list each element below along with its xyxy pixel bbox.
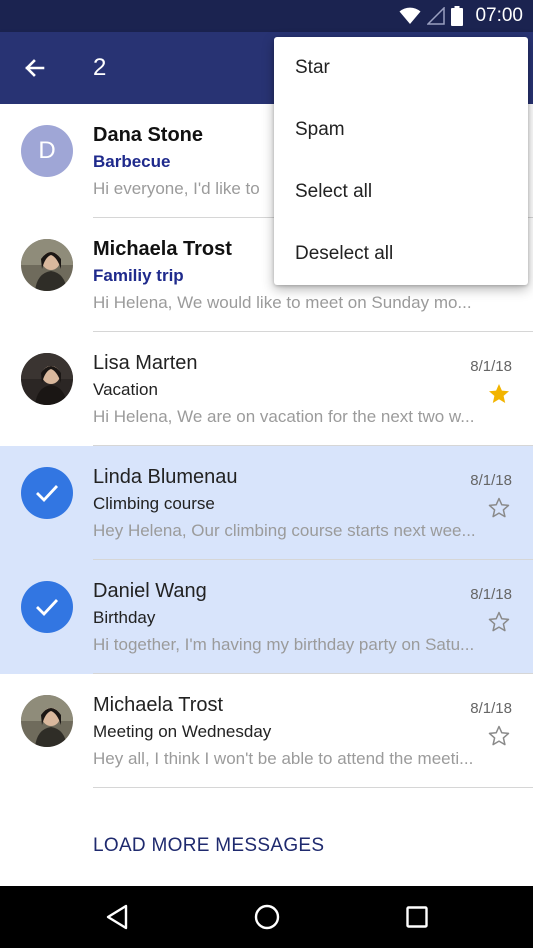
- check-icon: [36, 599, 59, 617]
- recents-square-icon: [406, 906, 428, 928]
- check-icon: [36, 485, 59, 503]
- avatar[interactable]: D: [21, 125, 73, 177]
- menu-item-star[interactable]: Star: [274, 37, 528, 99]
- load-more-button[interactable]: LOAD MORE MESSAGES: [93, 835, 324, 857]
- preview: Hey Helena, Our climbing course starts n…: [93, 521, 476, 540]
- subject: Vacation: [93, 380, 158, 399]
- divider: [93, 787, 533, 788]
- overflow-menu: Star Spam Select all Deselect all: [274, 37, 528, 285]
- navigation-bar: [0, 886, 533, 948]
- subject: Barbecue: [93, 152, 171, 171]
- avatar[interactable]: [21, 353, 73, 405]
- nav-recents-button[interactable]: [400, 900, 434, 934]
- preview: Hi Helena, We would like to meet on Sund…: [93, 293, 472, 312]
- back-button[interactable]: [14, 48, 54, 88]
- profile-photo: [21, 695, 73, 747]
- message-row[interactable]: Lisa Marten Vacation Hi Helena, We are o…: [0, 332, 533, 446]
- subject: Birthday: [93, 608, 156, 627]
- subject: Familiy trip: [93, 266, 184, 285]
- avatar-selected[interactable]: [21, 581, 73, 633]
- avatar[interactable]: [21, 695, 73, 747]
- preview: Hi together, I'm having my birthday part…: [93, 635, 475, 654]
- date: 8/1/18: [470, 472, 512, 489]
- subject: Meeting on Wednesday: [93, 722, 272, 741]
- date: 8/1/18: [470, 358, 512, 375]
- star-outline-icon[interactable]: [487, 724, 511, 748]
- preview: Hi Helena, We are on vacation for the ne…: [93, 407, 475, 426]
- menu-item-select-all[interactable]: Select all: [274, 161, 528, 223]
- sender-name: Linda Blumenau: [93, 466, 238, 488]
- preview: Hey all, I think I won't be able to atte…: [93, 749, 474, 768]
- status-bar: 07:00: [0, 0, 533, 32]
- avatar[interactable]: [21, 239, 73, 291]
- nav-back-button[interactable]: [100, 900, 134, 934]
- message-row[interactable]: Daniel Wang Birthday Hi together, I'm ha…: [0, 560, 533, 674]
- avatar-selected[interactable]: [21, 467, 73, 519]
- date: 8/1/18: [470, 700, 512, 717]
- sender-name: Michaela Trost: [93, 238, 232, 260]
- sender-name: Daniel Wang: [93, 580, 207, 602]
- status-icons: 07:00: [399, 0, 523, 32]
- status-time: 07:00: [475, 5, 523, 26]
- avatar-letter: D: [38, 137, 56, 164]
- menu-item-spam[interactable]: Spam: [274, 99, 528, 161]
- message-row[interactable]: Michaela Trost Meeting on Wednesday Hey …: [0, 674, 533, 788]
- battery-icon: [451, 6, 464, 26]
- home-circle-icon: [254, 904, 280, 930]
- cell-signal-icon: [427, 7, 446, 25]
- nav-home-button[interactable]: [250, 900, 284, 934]
- wifi-icon: [399, 7, 421, 24]
- sender-name: Michaela Trost: [93, 694, 224, 716]
- profile-photo: [21, 353, 73, 405]
- selected-count: 2: [93, 54, 107, 81]
- preview: Hi everyone, I'd like to: [93, 179, 260, 198]
- profile-photo: [21, 239, 73, 291]
- back-triangle-icon: [106, 904, 128, 930]
- date: 8/1/18: [470, 586, 512, 603]
- sender-name: Lisa Marten: [93, 352, 198, 374]
- message-row[interactable]: Linda Blumenau Climbing course Hey Helen…: [0, 446, 533, 560]
- star-outline-icon[interactable]: [487, 496, 511, 520]
- star-outline-icon[interactable]: [487, 610, 511, 634]
- sender-name: Dana Stone: [93, 124, 204, 146]
- menu-item-deselect-all[interactable]: Deselect all: [274, 223, 528, 285]
- subject: Climbing course: [93, 494, 215, 513]
- star-filled-icon[interactable]: [487, 382, 511, 406]
- arrow-left-icon: [25, 59, 45, 77]
